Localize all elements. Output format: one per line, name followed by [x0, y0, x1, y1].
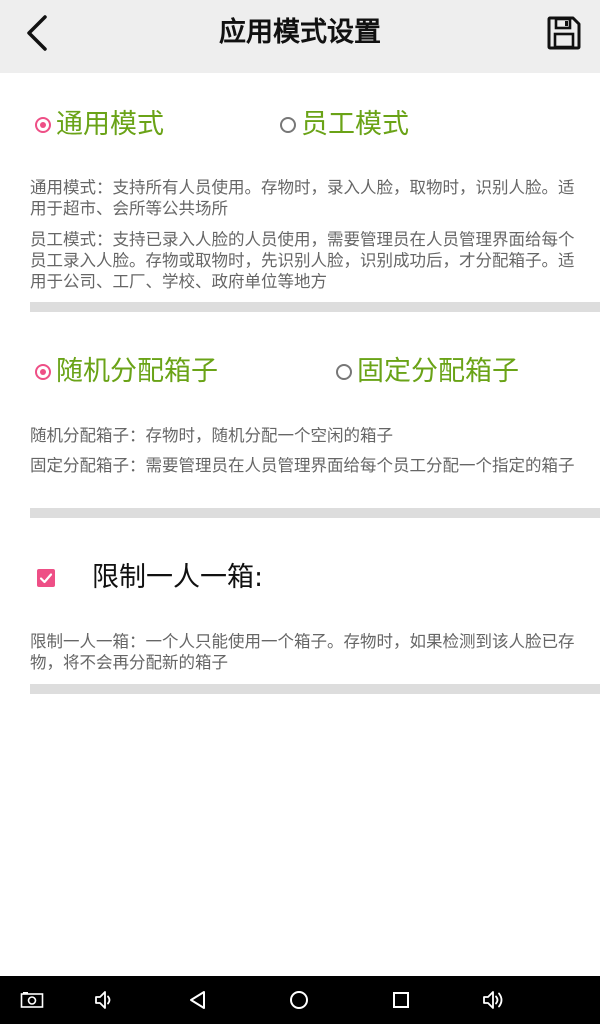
limit-one-box-label: 限制一人一箱: [92, 562, 264, 593]
nav-recents-button[interactable] [389, 988, 413, 1012]
volume-down-icon [95, 991, 111, 1009]
limit-one-box-description: 限制一人一箱：一个人只能使用一个箱子。存物时，如果检测到该人脸已存物，将不会再分… [30, 632, 575, 672]
volume-up-button[interactable] [482, 988, 506, 1012]
fixed-assign-description: 固定分配箱子：需要管理员在人员管理界面给每个员工分配一个指定的箱子 [30, 456, 575, 475]
save-button[interactable] [545, 14, 583, 52]
volume-down-button[interactable] [93, 988, 117, 1012]
radio-general-mode-label: 通用模式 [56, 109, 164, 140]
radio-fixed-assign-label: 固定分配箱子 [357, 356, 519, 387]
radio-random-assign-label: 随机分配箱子 [56, 356, 218, 387]
screenshot-button[interactable] [20, 988, 44, 1012]
home-circle-icon [290, 991, 308, 1009]
system-navigation-bar [0, 976, 600, 1024]
page-title: 应用模式设置 [219, 17, 381, 48]
nav-back-button[interactable] [186, 988, 210, 1012]
radio-staff-mode-label: 员工模式 [301, 109, 409, 140]
app-header: 应用模式设置 [0, 0, 600, 73]
radio-fixed-assign[interactable]: 固定分配箱子 [336, 352, 519, 392]
general-mode-description: 通用模式：支持所有人员使用。存物时，录入人脸，取物时，识别人脸。适用于超市、会所… [30, 178, 575, 218]
checkmark-icon [39, 573, 53, 584]
radio-selected-indicator [35, 364, 51, 380]
radio-selected-indicator [35, 117, 51, 133]
radio-general-mode[interactable]: 通用模式 [35, 105, 164, 145]
section-divider [30, 508, 600, 518]
section-divider [30, 302, 600, 312]
radio-staff-mode[interactable]: 员工模式 [280, 105, 409, 145]
section-divider [30, 684, 600, 694]
random-assign-description: 随机分配箱子：存物时，随机分配一个空闲的箱子 [30, 426, 393, 445]
radio-random-assign[interactable]: 随机分配箱子 [35, 352, 218, 392]
radio-unselected-indicator [280, 117, 296, 133]
screenshot-icon [20, 992, 44, 1008]
staff-mode-description: 员工模式：支持已录入人脸的人员使用，需要管理员在人员管理界面给每个员工录入人脸。… [30, 230, 575, 291]
recents-square-icon [393, 992, 409, 1008]
volume-up-icon [483, 991, 503, 1009]
floppy-disk-save-icon [547, 16, 581, 50]
radio-unselected-indicator [336, 364, 352, 380]
back-triangle-icon [190, 991, 205, 1009]
limit-one-box-checkbox[interactable] [37, 569, 55, 587]
nav-home-button[interactable] [287, 988, 311, 1012]
